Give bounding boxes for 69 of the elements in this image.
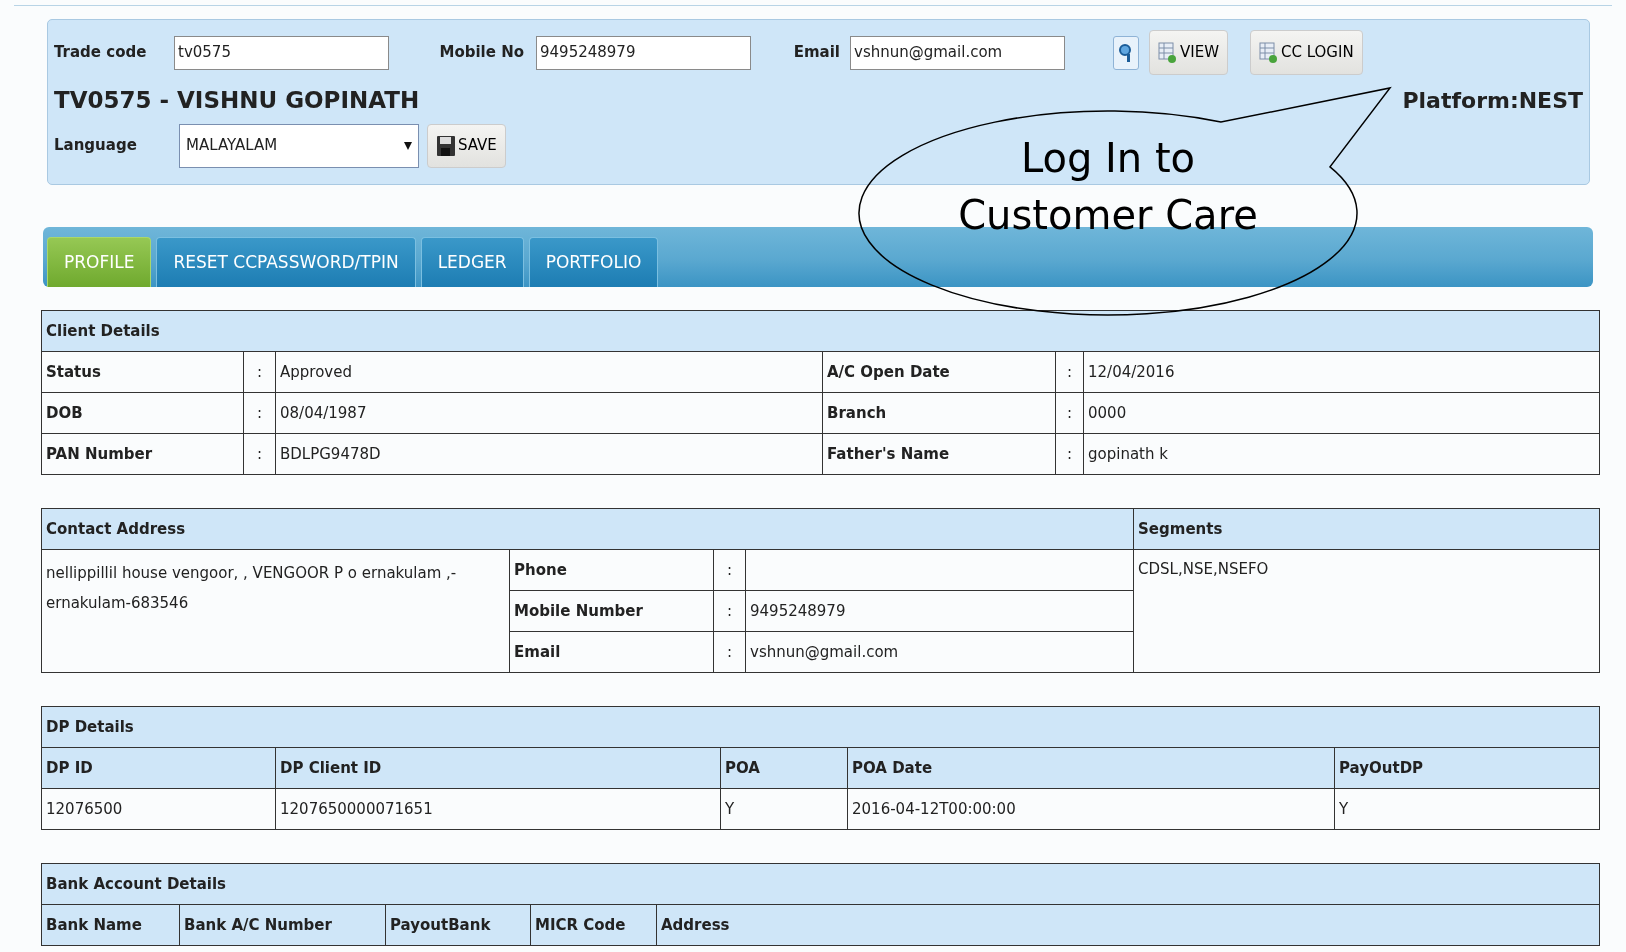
field-label: Email <box>509 631 714 673</box>
search-icon <box>1119 42 1133 63</box>
colon-separator: : <box>256 403 263 422</box>
tab[interactable]: PORTFOLIO <box>528 237 659 287</box>
field-label: Phone <box>509 549 714 591</box>
section-title: Contact Address <box>41 508 1134 550</box>
column-header: PayOutDP <box>1334 747 1600 789</box>
platform-label: Platform:NEST <box>1402 86 1583 115</box>
tab[interactable]: LEDGER <box>420 237 524 287</box>
table-cell: 1207650000071651 <box>275 788 721 830</box>
field-label: PAN Number <box>41 433 244 475</box>
field-value: 12/04/2016 <box>1083 351 1600 393</box>
section-title: Bank Account Details <box>41 863 1600 905</box>
field-value: BDLPG9478D <box>275 433 823 475</box>
search-button[interactable] <box>1113 35 1139 70</box>
table-cell: 12076500 <box>41 788 276 830</box>
callout-text: Log In to <box>1019 134 1197 183</box>
field-value: 08/04/1987 <box>275 392 823 434</box>
save-button[interactable]: SAVE <box>427 123 506 168</box>
field-label: Trade code <box>54 42 148 64</box>
field-label: Mobile Number <box>509 590 714 632</box>
colon-separator: : <box>726 642 733 661</box>
column-header: POA <box>720 747 848 789</box>
column-header: DP Client ID <box>275 747 721 789</box>
spreadsheet-icon <box>1158 41 1178 64</box>
address-text: nellippillil house vengoor, , VENGOOR P o ernakulam ,-ernakulam-683546 <box>41 549 510 673</box>
field-label: DOB <box>41 392 244 434</box>
column-header: PayoutBank <box>385 904 531 946</box>
column-header: MICR Code <box>530 904 657 946</box>
column-header: Address <box>656 904 1600 946</box>
language-dropdown[interactable]: MALAYALAM <box>179 123 419 168</box>
colon-separator: : <box>726 560 733 579</box>
table-cell: Y <box>720 788 848 830</box>
field-label: Language <box>54 135 138 157</box>
customer-name: TV0575 - VISHNU GOPINATH <box>54 86 420 115</box>
colon-separator: : <box>256 444 263 463</box>
field-value: 0000 <box>1083 392 1600 434</box>
spreadsheet-icon <box>1259 41 1279 64</box>
colon-separator: : <box>726 601 733 620</box>
tab[interactable]: RESET CCPASSWORD/TPIN <box>156 237 416 287</box>
field-value: Approved <box>275 351 823 393</box>
colon-separator: : <box>1066 444 1073 463</box>
toolbar-button[interactable]: CC LOGIN <box>1250 30 1363 75</box>
input-field[interactable]: tv0575 <box>174 35 389 70</box>
caret-icon <box>404 141 412 150</box>
field-label: A/C Open Date <box>822 351 1056 393</box>
column-header: DP ID <box>41 747 276 789</box>
section-title: Segments <box>1133 508 1600 550</box>
input-field[interactable]: 9495248979 <box>536 35 751 70</box>
field-label: Status <box>41 351 244 393</box>
field-label: Email <box>793 42 841 64</box>
callout-text: Customer Care <box>957 191 1259 240</box>
field-label: Father's Name <box>822 433 1056 475</box>
field-value: gopinath k <box>1083 433 1600 475</box>
toolbar-button[interactable]: VIEW <box>1149 30 1228 75</box>
colon-separator: : <box>1066 362 1073 381</box>
input-field[interactable]: vshnun@gmail.com <box>850 35 1065 70</box>
colon-separator: : <box>256 362 263 381</box>
section-title: DP Details <box>41 706 1600 748</box>
colon-separator: : <box>1066 403 1073 422</box>
section-title: Client Details <box>41 310 1600 352</box>
segments-text: CDSL,NSE,NSEFO <box>1133 549 1600 673</box>
table-cell: 2016-04-12T00:00:00 <box>847 788 1335 830</box>
table-cell: Y <box>1334 788 1600 830</box>
field-label: Branch <box>822 392 1056 434</box>
column-header: POA Date <box>847 747 1335 789</box>
column-header: Bank Name <box>41 904 180 946</box>
column-header: Bank A/C Number <box>179 904 386 946</box>
field-label: Mobile No <box>438 42 525 64</box>
